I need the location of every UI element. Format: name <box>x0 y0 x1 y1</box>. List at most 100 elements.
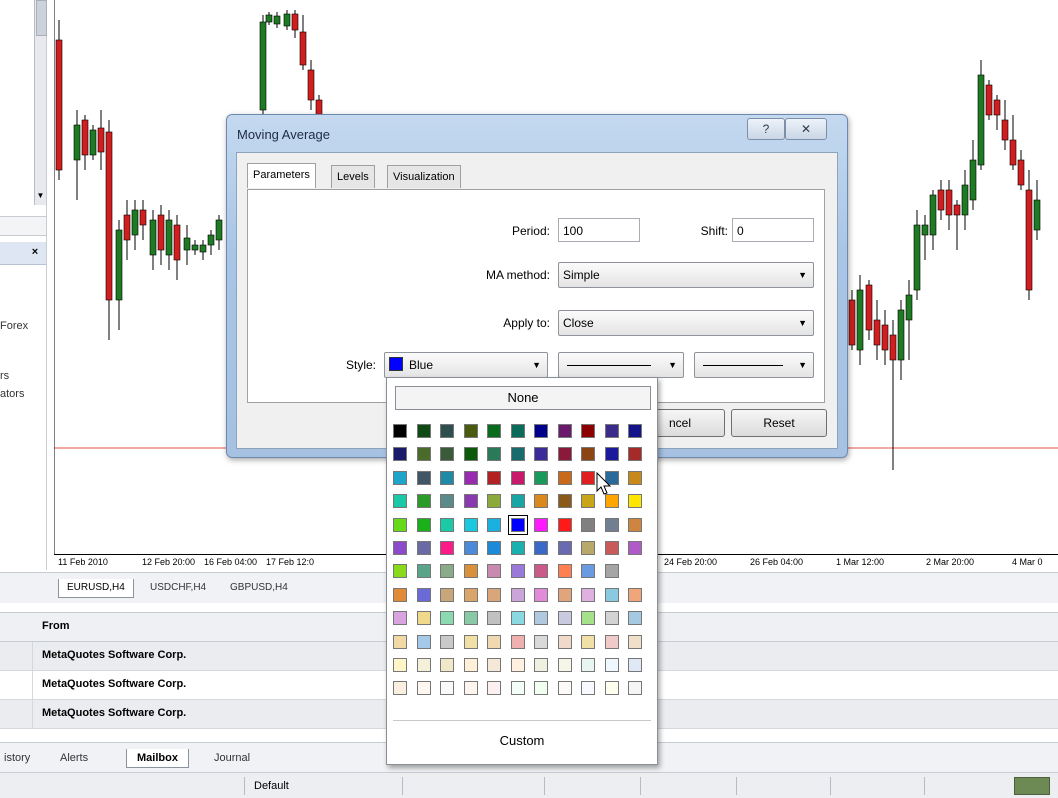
tab-history[interactable]: istory <box>4 749 30 767</box>
color-cell[interactable] <box>510 587 525 602</box>
none-color-button[interactable]: None <box>395 386 651 410</box>
color-cell[interactable] <box>440 587 454 602</box>
color-cell[interactable] <box>487 634 501 649</box>
color-cell[interactable] <box>581 634 595 649</box>
color-cell[interactable] <box>393 541 407 555</box>
color-cell[interactable] <box>628 517 642 532</box>
scrollbar-thumb[interactable] <box>36 0 47 36</box>
color-cell[interactable] <box>581 470 595 485</box>
color-cell[interactable] <box>534 658 548 672</box>
color-cell[interactable] <box>440 634 454 649</box>
color-cell[interactable] <box>463 541 478 555</box>
tab-eurusd[interactable]: EURUSD,H4 <box>58 579 134 598</box>
color-cell[interactable] <box>393 611 407 626</box>
line-width-select[interactable]: ▼ <box>694 352 814 378</box>
color-cell[interactable] <box>416 587 431 602</box>
color-cell[interactable] <box>416 541 431 555</box>
color-cell[interactable] <box>628 541 642 555</box>
apply-to-select[interactable]: Close ▼ <box>558 310 814 336</box>
color-cell[interactable] <box>393 447 407 462</box>
color-cell[interactable] <box>557 517 572 532</box>
color-cell[interactable] <box>557 634 572 649</box>
color-cell[interactable] <box>393 517 407 532</box>
color-cell[interactable] <box>487 447 501 462</box>
tab-levels[interactable]: Levels <box>331 165 375 188</box>
color-cell[interactable] <box>534 587 548 602</box>
color-cell[interactable] <box>557 447 572 462</box>
color-cell[interactable] <box>440 611 454 626</box>
color-cell[interactable] <box>393 681 407 696</box>
color-cell[interactable] <box>604 424 619 438</box>
color-cell[interactable] <box>604 494 619 509</box>
color-cell[interactable] <box>416 681 431 696</box>
color-cell[interactable] <box>604 634 619 649</box>
color-cell[interactable] <box>628 658 642 672</box>
color-cell[interactable] <box>628 611 642 626</box>
color-cell[interactable] <box>510 447 525 462</box>
color-cell[interactable] <box>628 494 642 509</box>
color-cell[interactable] <box>487 470 501 485</box>
color-cell[interactable] <box>440 424 454 438</box>
color-cell[interactable] <box>440 541 454 555</box>
color-cell[interactable] <box>557 564 572 579</box>
color-cell[interactable] <box>534 470 548 485</box>
color-cell[interactable] <box>557 424 572 438</box>
color-cell[interactable] <box>440 517 454 532</box>
color-cell[interactable] <box>463 611 478 626</box>
color-cell[interactable] <box>557 611 572 626</box>
color-cell[interactable] <box>581 494 595 509</box>
color-cell[interactable] <box>416 634 431 649</box>
color-cell[interactable] <box>487 517 501 532</box>
color-cell[interactable] <box>604 447 619 462</box>
color-cell[interactable] <box>604 658 619 672</box>
color-cell[interactable] <box>628 681 642 696</box>
color-cell[interactable] <box>604 587 619 602</box>
color-cell[interactable] <box>534 447 548 462</box>
help-button[interactable]: ? <box>747 118 785 140</box>
navigator-scrollbar[interactable]: ▼ <box>34 0 47 205</box>
color-cell[interactable] <box>581 564 595 579</box>
color-cell[interactable] <box>463 681 478 696</box>
connection-status-icon[interactable] <box>1014 777 1050 795</box>
column-header-from[interactable]: From <box>42 620 70 632</box>
color-cell[interactable] <box>510 424 525 438</box>
color-cell[interactable] <box>416 611 431 626</box>
color-cell[interactable] <box>604 517 619 532</box>
tab-journal[interactable]: Journal <box>214 749 250 767</box>
navigator-item-forex[interactable]: Forex <box>0 320 28 332</box>
color-cell[interactable] <box>510 611 525 626</box>
color-cell[interactable] <box>416 447 431 462</box>
navigator-item-accounts[interactable]: rs <box>0 370 9 382</box>
color-cell[interactable] <box>510 541 525 555</box>
color-cell[interactable] <box>628 447 642 462</box>
shift-input[interactable]: 0 <box>732 218 814 242</box>
color-cell[interactable] <box>510 681 525 696</box>
color-cell[interactable] <box>463 587 478 602</box>
tab-usdchf[interactable]: USDCHF,H4 <box>142 579 214 597</box>
color-cell[interactable] <box>440 681 454 696</box>
color-cell[interactable] <box>393 494 407 509</box>
color-cell[interactable] <box>487 681 501 696</box>
color-cell[interactable] <box>534 681 548 696</box>
tab-gbpusd[interactable]: GBPUSD,H4 <box>222 579 296 597</box>
color-cell[interactable] <box>463 517 478 532</box>
color-cell[interactable] <box>393 634 407 649</box>
color-cell[interactable] <box>510 494 525 509</box>
color-cell[interactable] <box>440 564 454 579</box>
close-icon[interactable]: × <box>28 245 42 259</box>
close-button[interactable]: ✕ <box>785 118 827 140</box>
color-cell[interactable] <box>463 447 478 462</box>
color-cell[interactable] <box>604 611 619 626</box>
color-cell[interactable] <box>393 424 407 438</box>
color-cell[interactable] <box>557 658 572 672</box>
color-cell[interactable] <box>581 424 595 438</box>
color-cell[interactable] <box>581 447 595 462</box>
color-cell[interactable] <box>487 494 501 509</box>
tab-alerts[interactable]: Alerts <box>60 749 88 767</box>
color-cell[interactable] <box>581 658 595 672</box>
color-cell[interactable] <box>393 564 407 579</box>
color-cell[interactable] <box>440 470 454 485</box>
color-cell[interactable] <box>510 470 525 485</box>
color-cell[interactable] <box>534 564 548 579</box>
color-cell[interactable] <box>534 634 548 649</box>
